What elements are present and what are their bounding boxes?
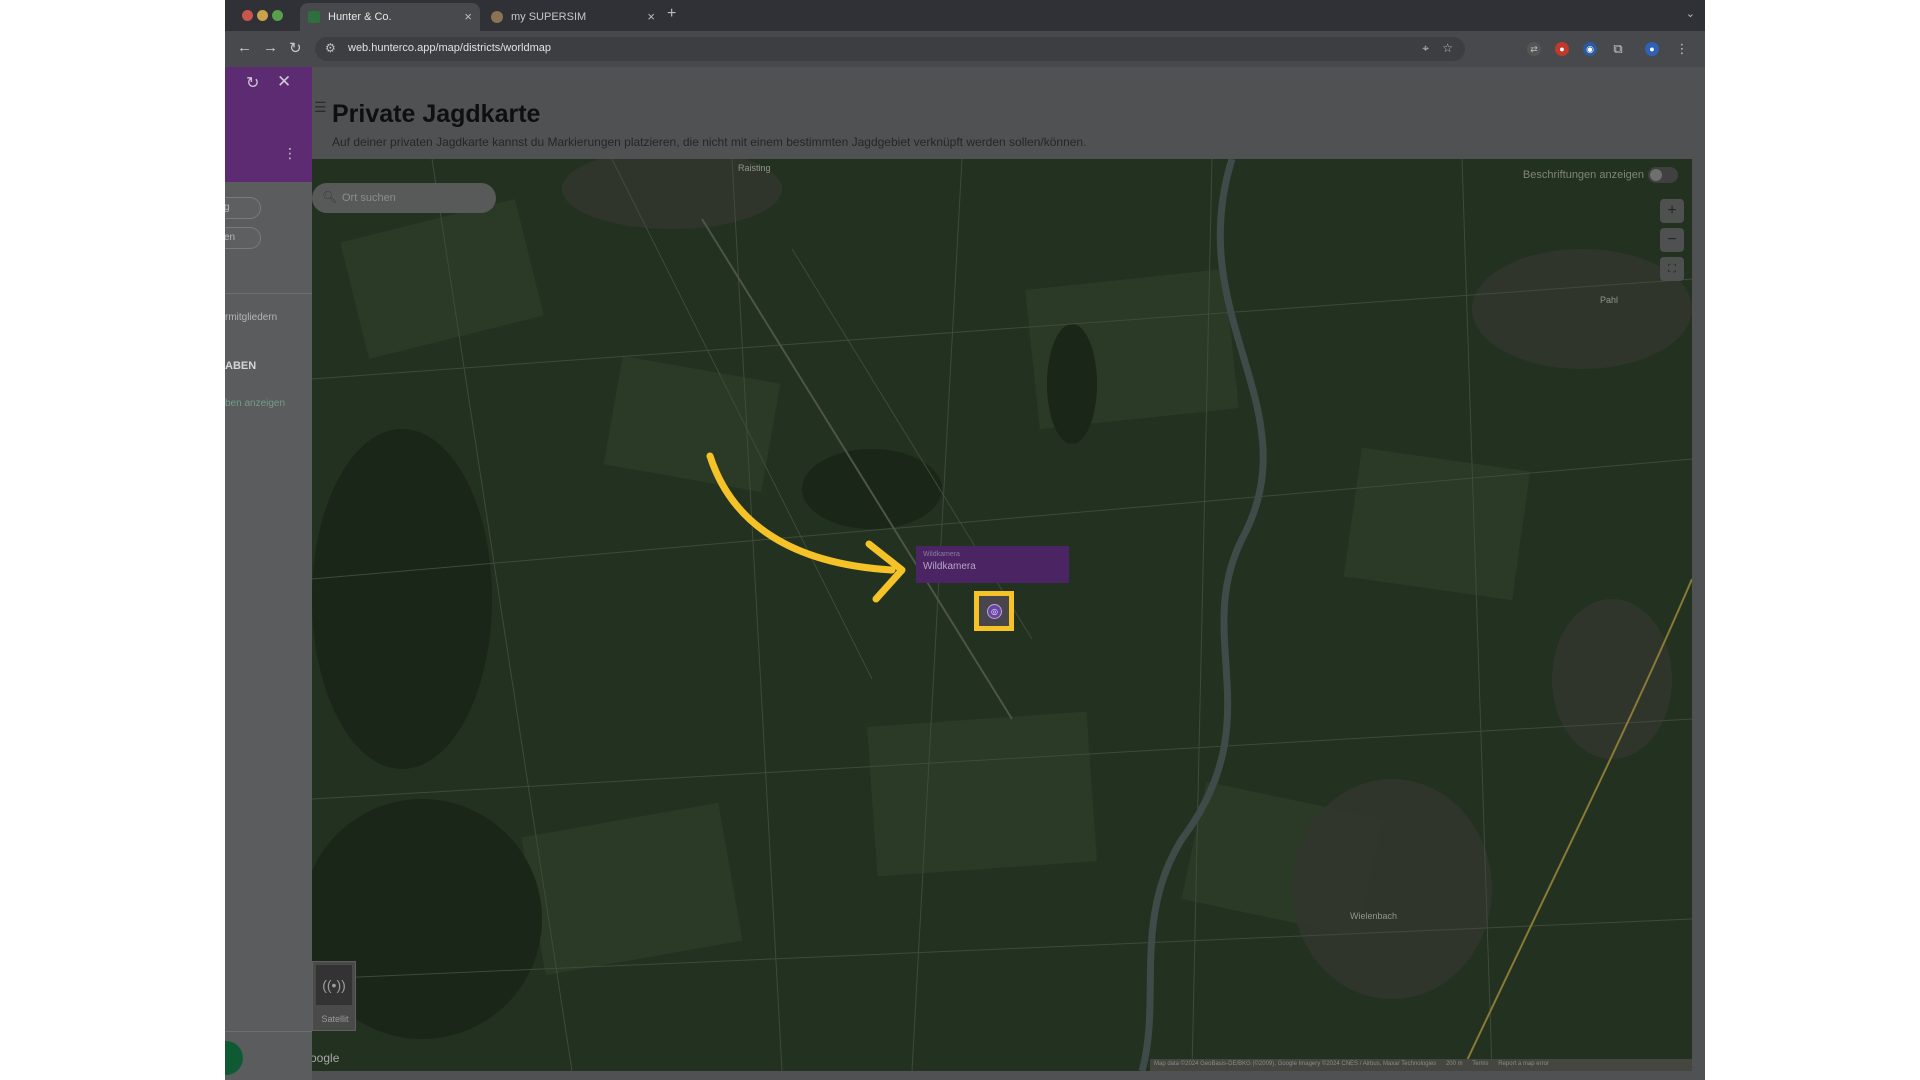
new-tab-button[interactable]: +: [667, 5, 676, 23]
marker-info-popup[interactable]: Wildkamera Wildkamera: [916, 546, 1069, 583]
screen: Hunter & Co. × my SUPERSIM × + ⌄ ← → ↻ ⚙…: [0, 0, 1920, 1080]
minimize-window-button[interactable]: [257, 10, 268, 21]
profile-avatar-icon[interactable]: ●: [1645, 42, 1659, 56]
browser-window: Hunter & Co. × my SUPERSIM × + ⌄ ← → ↻ ⚙…: [225, 0, 1705, 1080]
url-text: web.hunterco.app/map/districts/worldmap: [348, 42, 551, 54]
zoom-out-button[interactable]: −: [1660, 228, 1684, 252]
page-subtitle: Auf deiner privaten Jagdkarte kannst du …: [332, 135, 1087, 149]
show-more-link[interactable]: ben anzeigen: [225, 398, 285, 409]
browser-menu-icon[interactable]: ⋮: [1675, 42, 1689, 56]
map-type-label: Satellit: [321, 1014, 349, 1024]
bookmark-star-icon[interactable]: ☆: [1442, 41, 1453, 55]
browser-toolbar: ← → ↻ ⚙ web.hunterco.app/map/districts/w…: [225, 31, 1705, 67]
place-search-box: 🔍︎: [312, 183, 496, 213]
site-settings-icon[interactable]: ⚙: [325, 41, 336, 55]
tab-label: Hunter & Co.: [328, 11, 392, 23]
password-manager-icon[interactable]: ◉: [1583, 42, 1597, 56]
main-content: ☰ Private Jagdkarte Auf deiner privaten …: [312, 67, 1705, 1080]
camera-marker-icon[interactable]: ◎: [987, 604, 1002, 619]
map-attribution: Map data ©2024 GeoBasis-DE/BKG (©2009), …: [1150, 1059, 1692, 1071]
terms-link[interactable]: Terms: [1472, 1061, 1488, 1067]
supersim-favicon-icon: [491, 11, 503, 23]
back-arrow-icon[interactable]: ←: [237, 39, 252, 56]
forward-arrow-icon[interactable]: →: [263, 39, 278, 56]
close-icon[interactable]: ✕: [277, 72, 291, 92]
search-icon: 🔍︎: [322, 190, 338, 204]
place-search-input[interactable]: [342, 190, 482, 206]
red-extension-icon[interactable]: ●: [1555, 42, 1569, 56]
web-page: ↻ ✕ ⋮ g en rmitgliedern ABEN ben anzeige…: [225, 67, 1705, 1080]
fullscreen-icon[interactable]: ⛶: [1660, 257, 1684, 281]
tab-supersim[interactable]: my SUPERSIM ×: [483, 3, 663, 31]
tab-label: my SUPERSIM: [511, 11, 587, 23]
popup-name: Wildkamera: [923, 561, 976, 572]
maximize-window-button[interactable]: [272, 10, 283, 21]
sidebar-header: ↻ ✕ ⋮: [225, 67, 312, 182]
extensions-puzzle-icon[interactable]: ⧉: [1611, 42, 1625, 56]
tab-strip: Hunter & Co. × my SUPERSIM × + ⌄: [225, 0, 1705, 31]
map-type-switcher[interactable]: ((•)) Satellit: [312, 961, 356, 1031]
section-title: ABEN: [225, 360, 257, 372]
satellite-map[interactable]: Raisting Pahl Wielenbach 🔍︎ Beschriftung…: [312, 159, 1692, 1071]
chevron-down-icon[interactable]: ⌄: [1686, 7, 1695, 20]
scale-label[interactable]: 200 m: [1446, 1061, 1463, 1067]
more-options-icon[interactable]: ⋮: [283, 145, 297, 162]
close-tab-icon[interactable]: ×: [647, 9, 655, 24]
sidebar: ↻ ✕ ⋮ g en rmitgliedern ABEN ben anzeige…: [225, 67, 312, 1080]
labels-toggle-label: Beschriftungen anzeigen: [1522, 169, 1644, 181]
google-logo: oogle: [312, 1051, 340, 1065]
page-title: Private Jagdkarte: [332, 100, 541, 128]
satellite-broadcast-icon: ((•)): [316, 965, 352, 1005]
sidebar-divider: [225, 293, 312, 294]
location-pin-icon[interactable]: ⌖: [1422, 41, 1429, 56]
refresh-icon[interactable]: ↻: [246, 73, 259, 93]
address-bar[interactable]: ⚙ web.hunterco.app/map/districts/worldma…: [315, 37, 1465, 61]
hamburger-menu-icon[interactable]: ☰: [314, 99, 327, 116]
filter-chip[interactable]: en: [225, 227, 261, 249]
close-tab-icon[interactable]: ×: [464, 9, 472, 24]
sidebar-divider: [225, 1031, 312, 1032]
translate-extension-icon[interactable]: ⇄: [1527, 42, 1541, 56]
zoom-in-button[interactable]: +: [1660, 199, 1684, 223]
tab-hunterco[interactable]: Hunter & Co. ×: [300, 3, 480, 31]
popup-category: Wildkamera: [923, 551, 960, 558]
attribution-data: Map data ©2024 GeoBasis-DE/BKG (©2009), …: [1154, 1061, 1437, 1067]
town-label-wielenbach: Wielenbach: [1350, 911, 1398, 921]
report-error-link[interactable]: Report a map error: [1498, 1061, 1549, 1067]
reload-icon[interactable]: ↻: [289, 39, 302, 57]
town-label-pahl: Pahl: [1600, 295, 1619, 305]
town-label-raisting: Raisting: [738, 163, 771, 173]
members-text: rmitgliedern: [225, 312, 278, 323]
labels-toggle-switch[interactable]: [1648, 167, 1678, 183]
highlighted-marker[interactable]: ◎: [974, 591, 1014, 631]
add-button[interactable]: [225, 1041, 243, 1075]
hunterco-favicon-icon: [308, 11, 320, 23]
filter-chip[interactable]: g: [225, 197, 261, 219]
close-window-button[interactable]: [242, 10, 253, 21]
